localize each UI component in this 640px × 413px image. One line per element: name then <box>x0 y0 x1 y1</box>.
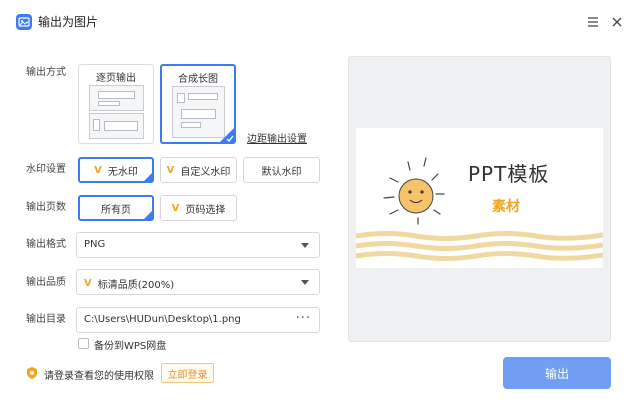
directory-label: 输出目录 <box>26 314 66 325</box>
pages-label: 输出页数 <box>26 202 66 213</box>
page-thumbnail <box>89 85 144 111</box>
shield-icon <box>27 367 37 379</box>
layout-option-label: 逐页输出 <box>96 73 136 84</box>
quality-value-wrap: V 标清品质(200%) <box>84 276 174 291</box>
selected-check-icon <box>143 210 153 220</box>
option-label: 无水印 <box>107 166 138 178</box>
backup-label: 备份到WPS网盘 <box>94 341 167 352</box>
title-bar: 输出为图片 <box>0 0 640 44</box>
login-button[interactable]: 立即登录 <box>161 363 214 383</box>
output-mode-label: 输出方式 <box>26 67 66 78</box>
selected-check-icon <box>219 127 235 143</box>
chevron-down-icon <box>301 243 309 248</box>
page-range-button[interactable]: V 页码选择 <box>160 195 237 221</box>
no-watermark-button[interactable]: V 无水印 <box>78 157 154 183</box>
format-select[interactable]: PNG <box>76 232 320 258</box>
close-icon[interactable] <box>609 14 625 30</box>
directory-value: C:\Users\HUDun\Desktop\1.png <box>84 314 241 325</box>
vip-icon: V <box>84 278 92 289</box>
format-label: 输出格式 <box>26 239 66 250</box>
default-watermark-button[interactable]: 默认水印 <box>243 157 320 183</box>
quality-select[interactable]: V 标清品质(200%) <box>76 269 320 295</box>
option-label: 默认水印 <box>261 166 302 178</box>
preview-title: PPT模板 <box>468 162 550 186</box>
window-title: 输出为图片 <box>38 15 99 29</box>
layout-option-page-by-page[interactable]: 逐页输出 <box>78 64 154 144</box>
option-label: 自定义水印 <box>180 166 231 178</box>
selected-check-icon <box>143 172 153 182</box>
quality-value: 标清品质(200%) <box>97 280 175 291</box>
quality-label: 输出品质 <box>26 277 66 288</box>
preview-subtitle: 素材 <box>492 199 520 215</box>
vip-icon: V <box>171 202 180 214</box>
sun-illustration <box>356 157 603 261</box>
chevron-down-icon <box>301 280 309 285</box>
vip-icon: V <box>94 164 102 176</box>
backup-checkbox[interactable] <box>78 338 89 349</box>
page-thumbnail <box>89 113 144 139</box>
layout-option-long-image[interactable]: 合成长图 <box>160 64 236 144</box>
long-image-thumbnail <box>172 86 225 138</box>
browse-more-icon[interactable]: ··· <box>296 311 311 326</box>
margin-settings-link[interactable]: 边距输出设置 <box>247 130 307 145</box>
all-pages-button[interactable]: 所有页 <box>78 195 154 221</box>
export-button[interactable]: 输出 <box>503 357 611 389</box>
login-tip: 请登录查看您的使用权限 <box>44 371 154 382</box>
directory-field[interactable]: C:\Users\HUDun\Desktop\1.png ··· <box>76 307 320 333</box>
custom-watermark-button[interactable]: V 自定义水印 <box>160 157 237 183</box>
option-label: 页码选择 <box>185 204 226 216</box>
vip-icon: V <box>166 164 175 176</box>
menu-icon[interactable] <box>585 14 601 30</box>
format-value: PNG <box>84 239 106 250</box>
watermark-label: 水印设置 <box>26 164 66 175</box>
preview-slide: PPT模板 素材 <box>356 128 603 268</box>
layout-option-label: 合成长图 <box>178 74 218 85</box>
option-label: 所有页 <box>101 204 131 216</box>
image-export-icon <box>16 14 32 30</box>
